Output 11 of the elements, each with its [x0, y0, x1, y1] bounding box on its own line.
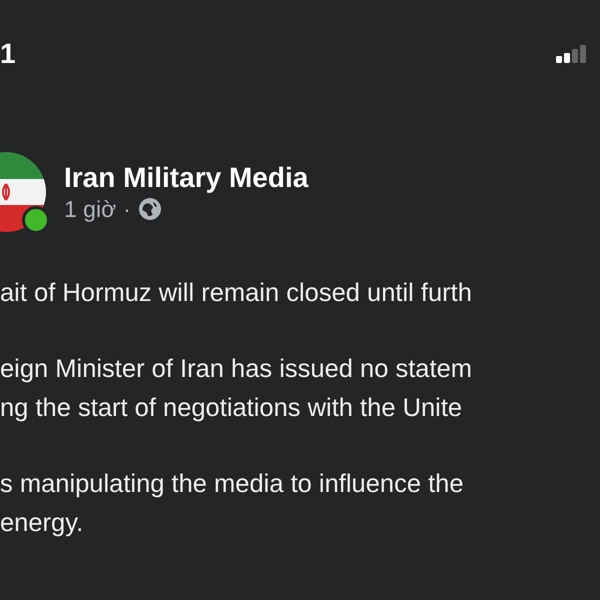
post-text-line: eign Minister of Iran has issued no statem: [0, 354, 472, 385]
post-time[interactable]: 1 giờ: [64, 196, 116, 222]
separator-dot: ·: [123, 196, 131, 222]
post-text-line: s manipulating the media to influence the: [0, 469, 464, 500]
globe-icon: [138, 197, 162, 221]
post-text-line: ng the start of negotiations with the Unite: [0, 393, 462, 424]
post-text-line: energy.: [0, 508, 84, 539]
signal-icon: [556, 45, 586, 63]
author-name[interactable]: Iran Military Media: [64, 162, 308, 194]
post-text-line: ait of Hormuz will remain closed until furth: [0, 278, 472, 309]
status-time: 1: [0, 38, 16, 70]
